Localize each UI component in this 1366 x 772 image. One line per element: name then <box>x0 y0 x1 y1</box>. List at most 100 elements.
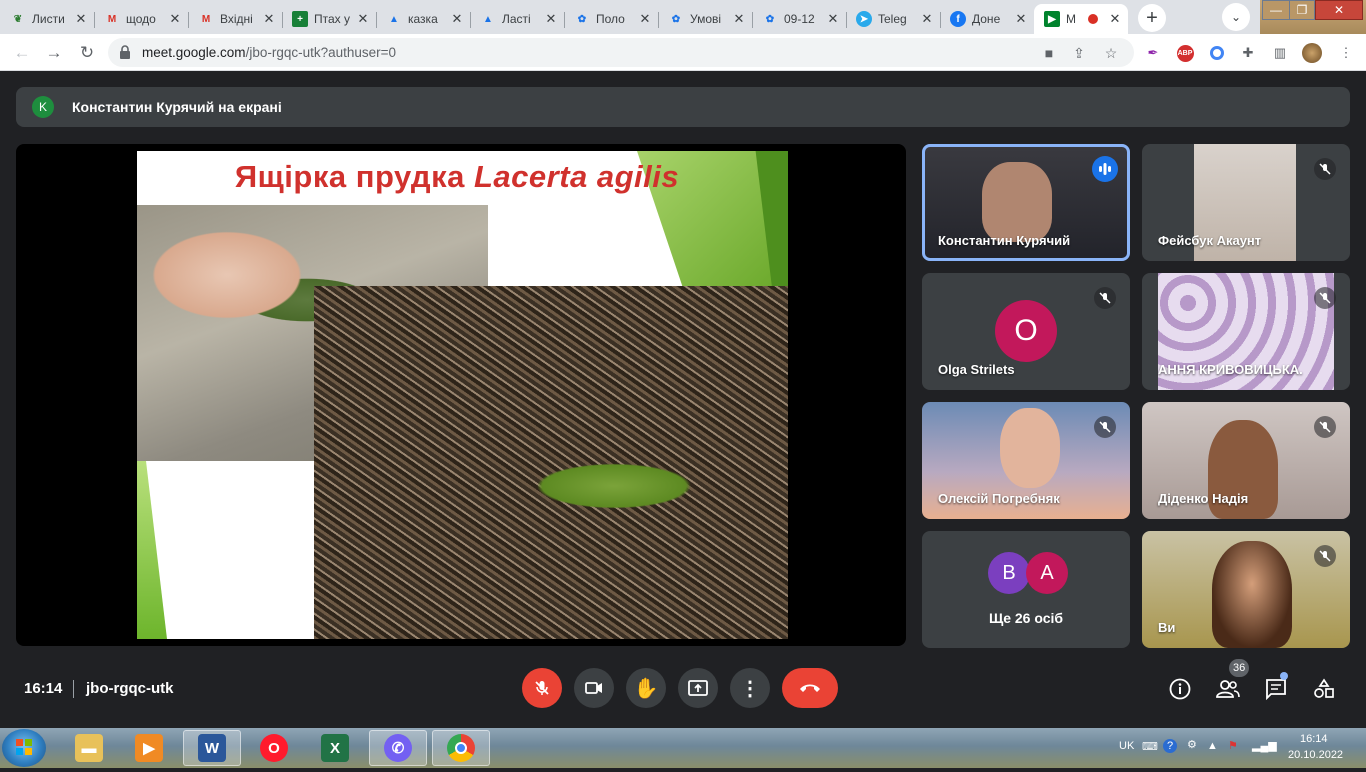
tab-3[interactable]: + Птах у ✕ <box>282 4 376 34</box>
mic-off-icon <box>1094 287 1116 309</box>
blue-extension-icon[interactable] <box>1207 43 1227 63</box>
close-tab-icon[interactable]: ✕ <box>732 11 746 27</box>
taskbar-clock-date[interactable]: 20.10.2022 <box>1288 749 1343 761</box>
self-view-tile[interactable]: Ви <box>1142 531 1350 648</box>
back-button[interactable]: ← <box>10 41 34 65</box>
bookmark-star-icon[interactable]: ☆ <box>1102 44 1120 62</box>
taskbar-chrome[interactable] <box>432 730 490 766</box>
minimize-button[interactable]: — <box>1262 0 1290 20</box>
meeting-details-button[interactable] <box>1167 676 1193 702</box>
maximize-button[interactable]: ❐ <box>1289 0 1315 20</box>
start-button[interactable] <box>2 729 46 767</box>
close-tab-icon[interactable]: ✕ <box>450 11 464 27</box>
chat-button[interactable] <box>1263 676 1289 702</box>
telegram-icon: ➤ <box>856 11 872 27</box>
address-bar[interactable]: meet.google.com/jbo-rgqc-utk?authuser=0 … <box>108 38 1134 67</box>
chat-unread-dot <box>1280 672 1288 680</box>
close-tab-icon[interactable]: ✕ <box>544 11 558 27</box>
new-tab-button[interactable]: + <box>1138 4 1166 32</box>
participant-tile[interactable]: O Olga Strilets <box>922 273 1130 390</box>
presentation-slide: Ящірка прудка Lacerta agilis <box>137 151 788 639</box>
network-warning-icon[interactable]: ⚑ <box>1228 739 1238 752</box>
tab-search-button[interactable]: ⌄ <box>1222 3 1250 31</box>
mic-toggle-button[interactable] <box>522 668 562 708</box>
meeting-code: jbo-rgqc-utk <box>86 680 174 697</box>
tab-8[interactable]: ✿ 09-12 ✕ <box>752 4 846 34</box>
close-tab-icon[interactable]: ✕ <box>356 11 370 27</box>
tab-7[interactable]: ✿ Умові ✕ <box>658 4 752 34</box>
presentation-stage[interactable]: Ящірка прудка Lacerta agilis <box>16 144 906 646</box>
close-tab-icon[interactable]: ✕ <box>1014 11 1028 27</box>
forward-button[interactable]: → <box>42 41 66 65</box>
tab-4[interactable]: ▲ казка ✕ <box>376 4 470 34</box>
signal-icon[interactable]: ▂▄▆ <box>1252 739 1277 752</box>
mic-off-icon <box>1314 416 1336 438</box>
language-indicator[interactable]: UK <box>1119 740 1134 752</box>
tab-2[interactable]: M Вхідні ✕ <box>188 4 282 34</box>
present-screen-button[interactable] <box>678 668 718 708</box>
close-tab-icon[interactable]: ✕ <box>638 11 652 27</box>
participant-tile[interactable]: Фейсбук Акаунт <box>1142 144 1350 261</box>
meet-main: K Константин Курячий на екрані Ящірка пр… <box>0 71 1366 728</box>
people-button[interactable] <box>1215 676 1241 702</box>
close-tab-icon[interactable]: ✕ <box>74 11 88 27</box>
tab-9[interactable]: ➤ Teleg ✕ <box>846 4 940 34</box>
tab-0[interactable]: ❦ Листи ✕ <box>0 4 94 34</box>
participant-video <box>1212 541 1292 648</box>
camera-icon <box>585 682 602 694</box>
participant-tile[interactable]: Константин Курячий <box>922 144 1130 261</box>
menu-kebab-icon[interactable]: ⋮ <box>1336 43 1356 63</box>
close-tab-icon[interactable]: ✕ <box>826 11 840 27</box>
raise-hand-button[interactable]: ✋ <box>626 668 666 708</box>
participant-name: Константин Курячий <box>938 233 1071 248</box>
participant-tile[interactable]: Олексій Погребняк <box>922 402 1130 519</box>
tab-5[interactable]: ▲ Ласті ✕ <box>470 4 564 34</box>
folder-icon: ▬ <box>75 734 103 762</box>
tray-settings-icon[interactable]: ⚙ <box>1187 738 1197 751</box>
sidebar-icon[interactable]: ▥ <box>1270 43 1290 63</box>
tab-10[interactable]: f Доне ✕ <box>940 4 1034 34</box>
close-window-button[interactable]: ✕ <box>1315 0 1363 20</box>
more-vert-icon: ⋮ <box>740 677 760 700</box>
taskbar-media-player[interactable]: ▶ <box>120 730 178 766</box>
speaking-indicator-icon <box>1092 156 1118 182</box>
close-tab-icon[interactable]: ✕ <box>168 11 182 27</box>
adblock-icon[interactable]: ABP <box>1175 43 1195 63</box>
tab-6[interactable]: ✿ Поло ✕ <box>564 4 658 34</box>
show-hidden-icons[interactable]: ▲ <box>1207 740 1218 752</box>
meeting-time: 16:14 <box>24 680 63 697</box>
taskbar-excel[interactable]: X <box>306 730 364 766</box>
participant-tile[interactable]: АННЯ КРИВОВИЦЬКА. <box>1142 273 1350 390</box>
help-icon[interactable]: ? <box>1163 739 1177 753</box>
meet-icon: ▶ <box>1044 11 1060 27</box>
camera-toggle-button[interactable] <box>574 668 614 708</box>
more-participants-tile[interactable]: B A Ще 26 осіб <box>922 531 1130 648</box>
leave-call-button[interactable] <box>782 668 838 708</box>
more-options-button[interactable]: ⋮ <box>730 668 770 708</box>
keyboard-icon[interactable]: ⌨ <box>1142 740 1158 753</box>
emblem-icon: ✿ <box>765 13 775 25</box>
share-icon[interactable]: ⇪ <box>1070 44 1088 62</box>
media-player-icon: ▶ <box>135 734 163 762</box>
pen-extension-icon[interactable]: ✒ <box>1143 43 1163 63</box>
participant-tile[interactable]: Діденко Надія <box>1142 402 1350 519</box>
profile-avatar[interactable] <box>1302 43 1322 63</box>
participant-name: АННЯ КРИВОВИЦЬКА. <box>1158 362 1303 377</box>
camera-blocked-icon[interactable]: ■ <box>1040 44 1058 62</box>
taskbar-clock-time[interactable]: 16:14 <box>1300 733 1328 745</box>
close-tab-icon[interactable]: ✕ <box>920 11 934 27</box>
tab-meet-active[interactable]: ▶ M ✕ <box>1034 4 1128 34</box>
slide-title: Ящірка прудка Lacerta agilis <box>234 159 680 194</box>
avatar: K <box>32 96 54 118</box>
taskbar-explorer[interactable]: ▬ <box>60 730 118 766</box>
puzzle-extensions-icon[interactable]: ✚ <box>1238 43 1258 63</box>
taskbar-word[interactable]: W <box>183 730 241 766</box>
activities-button[interactable] <box>1311 676 1337 702</box>
chat-icon <box>1266 679 1286 700</box>
tab-1[interactable]: Mщодо ✕ <box>94 4 188 34</box>
close-tab-icon[interactable]: ✕ <box>1108 11 1122 27</box>
close-tab-icon[interactable]: ✕ <box>262 11 276 27</box>
taskbar-opera[interactable]: O <box>245 730 303 766</box>
taskbar-viber[interactable]: ✆ <box>369 730 427 766</box>
reload-button[interactable]: ↻ <box>75 41 99 65</box>
